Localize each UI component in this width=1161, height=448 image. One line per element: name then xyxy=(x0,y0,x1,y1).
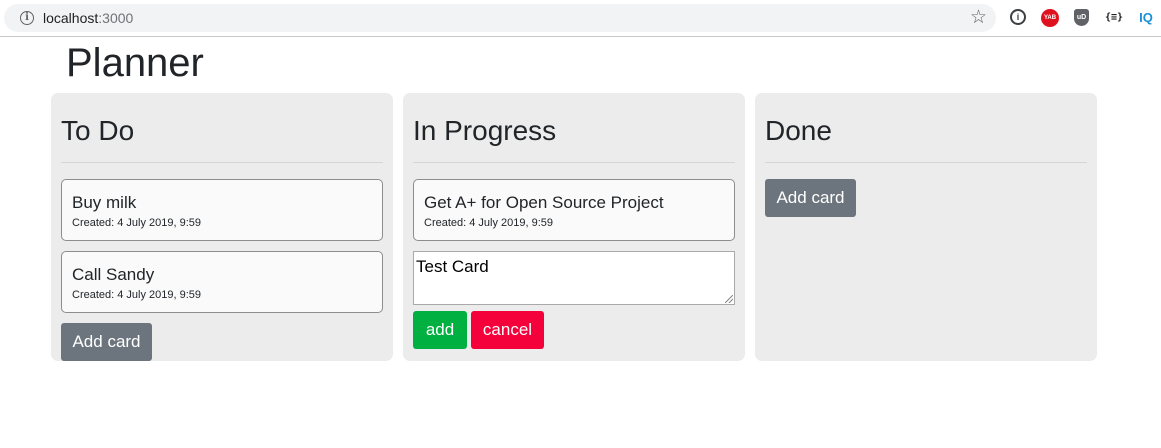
address-bar[interactable]: i localhost:3000 ☆ xyxy=(4,4,996,32)
column-title: In Progress xyxy=(413,115,557,146)
card[interactable]: Get A+ for Open Source Project Created: … xyxy=(413,179,735,241)
column-divider xyxy=(413,162,735,163)
card-title: Call Sandy xyxy=(72,265,155,284)
new-card-textarea[interactable]: Test Card xyxy=(413,251,735,305)
column-title: To Do xyxy=(61,115,135,146)
extension-ublock-icon[interactable]: uD xyxy=(1074,9,1089,26)
column-divider xyxy=(61,162,383,163)
url-port: :3000 xyxy=(98,10,134,26)
new-card-actions: add cancel xyxy=(413,311,735,349)
add-button[interactable]: add xyxy=(413,311,467,349)
page-title: Planner xyxy=(66,41,204,85)
column-done: Done Add card xyxy=(755,93,1097,361)
new-card-editor: Test Card xyxy=(413,251,735,305)
column-divider xyxy=(765,162,1087,163)
kanban-board: To Do Buy milk Created: 4 July 2019, 9:5… xyxy=(51,93,1097,361)
site-info-icon[interactable]: i xyxy=(20,11,34,25)
add-card-button[interactable]: Add card xyxy=(61,323,152,361)
card[interactable]: Call Sandy Created: 4 July 2019, 9:59 xyxy=(61,251,383,313)
card-created-date: Created: 4 July 2019, 9:59 xyxy=(72,289,202,301)
url-host: localhost xyxy=(43,10,99,26)
resize-grip-icon[interactable] xyxy=(725,295,733,303)
column-title: Done xyxy=(765,115,832,146)
bookmark-star-icon[interactable]: ☆ xyxy=(970,7,987,29)
cancel-button[interactable]: cancel xyxy=(471,311,544,349)
extension-json-icon[interactable]: {≡} xyxy=(1104,9,1124,27)
add-card-button[interactable]: Add card xyxy=(765,179,856,217)
extension-1password-icon[interactable]: i xyxy=(1010,9,1026,25)
address-url[interactable]: localhost:3000 xyxy=(43,10,133,26)
card[interactable]: Buy milk Created: 4 July 2019, 9:59 xyxy=(61,179,383,241)
column-todo: To Do Buy milk Created: 4 July 2019, 9:5… xyxy=(51,93,393,361)
column-in-progress: In Progress Get A+ for Open Source Proje… xyxy=(403,93,745,361)
extension-iq-icon[interactable]: IQ xyxy=(1137,9,1155,27)
card-title: Get A+ for Open Source Project xyxy=(424,193,664,212)
card-title: Buy milk xyxy=(72,193,137,212)
card-created-date: Created: 4 July 2019, 9:59 xyxy=(424,217,554,229)
browser-toolbar: i localhost:3000 ☆ i YAB uD {≡} IQ xyxy=(0,0,1161,37)
card-created-date: Created: 4 July 2019, 9:59 xyxy=(72,217,202,229)
extension-yab-icon[interactable]: YAB xyxy=(1041,9,1059,27)
